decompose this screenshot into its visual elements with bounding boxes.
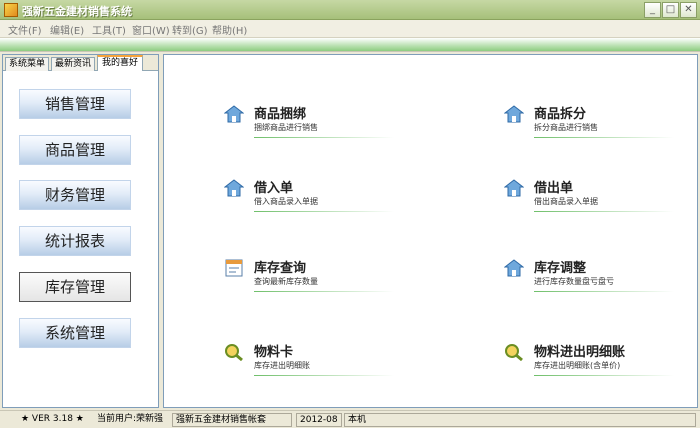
func-title: 借出单: [534, 181, 574, 196]
func-desc: 拆分商品进行销售: [534, 123, 598, 132]
left-panel: 系统菜单 最新资讯 我的喜好 销售管理 商品管理 财务管理 统计报表 库存管理 …: [2, 54, 159, 408]
status-bar: ★ VER 3.18 ★ 当前用户:荣新强 强新五金建材销售帐套 2012-08…: [0, 410, 700, 428]
status-version: ★ VER 3.18 ★: [21, 414, 84, 424]
minimize-button[interactable]: _: [644, 2, 661, 18]
func-title: 物料进出明细账: [534, 345, 626, 360]
nav-reports[interactable]: 统计报表: [19, 226, 131, 256]
func-divider: [254, 375, 394, 376]
house-icon: [504, 179, 524, 197]
func-item-split[interactable]: 商品拆分 拆分商品进行销售: [504, 103, 684, 147]
magnifier-icon: [505, 344, 523, 361]
toolbar-strip: [0, 38, 700, 52]
menu-bar: 文件(F) 编辑(E) 工具(T) 窗口(W) 转到(G) 帮助(H): [0, 20, 700, 38]
func-desc: 捆绑商品进行销售: [254, 123, 318, 132]
status-date: 2012-08: [296, 413, 342, 427]
app-icon: [4, 3, 18, 17]
nav-inventory[interactable]: 库存管理: [19, 272, 131, 302]
func-title: 借入单: [254, 181, 294, 196]
func-divider: [534, 211, 674, 212]
report-icon: [225, 259, 243, 277]
tab-latest-news[interactable]: 最新资讯: [51, 57, 95, 71]
func-desc: 借入商品录入单据: [254, 197, 318, 206]
func-title: 商品捆绑: [254, 107, 307, 122]
menu-file[interactable]: 文件(F): [8, 22, 42, 37]
func-title: 库存查询: [254, 261, 307, 276]
func-desc: 查询最新库存数量: [254, 277, 318, 286]
func-desc: 库存进出明细账(含单价): [534, 361, 621, 370]
house-icon: [224, 179, 244, 197]
nav-sales[interactable]: 销售管理: [19, 89, 131, 119]
func-item-borrow-in[interactable]: 借入单 借入商品录入单据: [224, 177, 404, 221]
func-divider: [254, 291, 394, 292]
status-machine: 本机: [344, 413, 696, 427]
func-divider: [254, 137, 394, 138]
tab-my-favorites[interactable]: 我的喜好: [97, 55, 143, 71]
func-title: 库存调整: [534, 261, 587, 276]
menu-tools[interactable]: 工具(T): [92, 22, 126, 37]
func-desc: 进行库存数量盘亏盘亏: [534, 277, 614, 286]
nav-finance[interactable]: 财务管理: [19, 180, 131, 210]
menu-help[interactable]: 帮助(H): [212, 22, 247, 37]
func-item-bundle[interactable]: 商品捆绑 捆绑商品进行销售: [224, 103, 404, 147]
window-title: 强新五金建材销售系统: [22, 5, 132, 18]
house-icon: [224, 105, 244, 123]
func-title: 物料卡: [254, 345, 294, 360]
maximize-button[interactable]: □: [662, 2, 679, 18]
status-user: 当前用户:荣新强: [97, 414, 164, 424]
func-divider: [534, 375, 674, 376]
func-item-stock-adjust[interactable]: 库存调整 进行库存数量盘亏盘亏: [504, 257, 684, 301]
func-divider: [534, 137, 674, 138]
func-desc: 借出商品录入单据: [534, 197, 598, 206]
nav-system[interactable]: 系统管理: [19, 318, 131, 348]
title-bar: 强新五金建材销售系统 _ □ ✕: [0, 0, 700, 20]
func-item-lend-out[interactable]: 借出单 借出商品录入单据: [504, 177, 684, 221]
magnifier-icon: [225, 344, 243, 361]
menu-goto[interactable]: 转到(G): [172, 22, 208, 37]
func-divider: [534, 291, 674, 292]
func-item-material-ledger[interactable]: 物料进出明细账 库存进出明细账(含单价): [504, 341, 684, 385]
tab-strip: 系统菜单 最新资讯 我的喜好: [3, 55, 158, 71]
nav-goods[interactable]: 商品管理: [19, 135, 131, 165]
func-divider: [254, 211, 394, 212]
func-item-material-card[interactable]: 物料卡 库存进出明细账: [224, 341, 404, 385]
tab-system-menu[interactable]: 系统菜单: [5, 57, 49, 71]
func-desc: 库存进出明细账: [254, 361, 310, 370]
house-icon: [504, 259, 524, 277]
menu-window[interactable]: 窗口(W): [132, 22, 170, 37]
house-icon: [504, 105, 524, 123]
func-item-stock-query[interactable]: 库存查询 查询最新库存数量: [224, 257, 404, 301]
close-button[interactable]: ✕: [680, 2, 697, 18]
menu-edit[interactable]: 编辑(E): [50, 22, 84, 37]
main-panel: 商品捆绑 捆绑商品进行销售 商品拆分 拆分商品进行销售 借入单 借入商品录入单据…: [163, 54, 698, 408]
func-title: 商品拆分: [534, 107, 587, 122]
status-account: 强新五金建材销售帐套: [172, 413, 292, 427]
